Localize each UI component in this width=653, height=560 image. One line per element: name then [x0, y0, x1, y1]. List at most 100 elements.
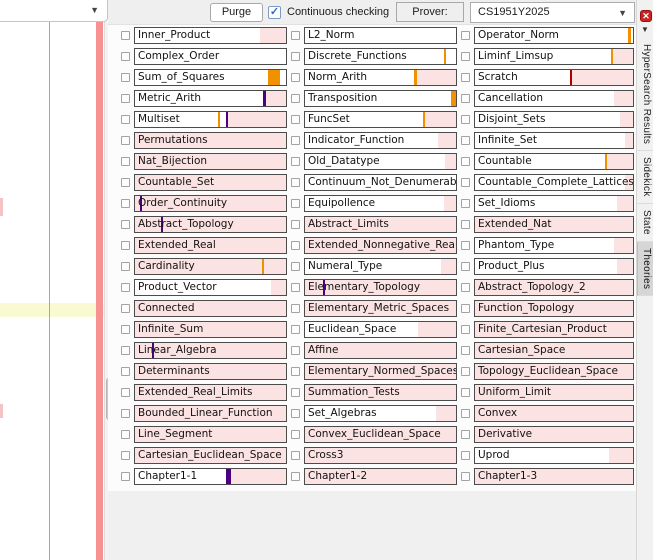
theory-checkbox[interactable]: [291, 430, 300, 439]
theory-checkbox[interactable]: [461, 346, 470, 355]
theory-progress-bar[interactable]: Elementary_Topology: [304, 279, 457, 296]
theory-checkbox[interactable]: [461, 472, 470, 481]
theory-checkbox[interactable]: [121, 388, 130, 397]
dock-tab-theories[interactable]: Theories: [637, 242, 653, 296]
theory-checkbox[interactable]: [291, 220, 300, 229]
theory-checkbox[interactable]: [461, 220, 470, 229]
theory-progress-bar[interactable]: Indicator_Function: [304, 132, 457, 149]
theory-checkbox[interactable]: [461, 115, 470, 124]
theory-progress-bar[interactable]: Continuum_Not_Denumerable: [304, 174, 457, 191]
theory-progress-bar[interactable]: Operator_Norm: [474, 27, 634, 44]
session-combobox[interactable]: CS1951Y2025 ▼: [470, 2, 635, 23]
theory-progress-bar[interactable]: Bounded_Linear_Function: [134, 405, 287, 422]
theory-checkbox[interactable]: [121, 94, 130, 103]
theory-progress-bar[interactable]: Product_Vector: [134, 279, 287, 296]
theory-checkbox[interactable]: [291, 304, 300, 313]
theory-progress-bar[interactable]: Derivative: [474, 426, 634, 443]
theory-progress-bar[interactable]: FuncSet: [304, 111, 457, 128]
theory-checkbox[interactable]: [121, 31, 130, 40]
theory-checkbox[interactable]: [461, 451, 470, 460]
theory-checkbox[interactable]: [291, 346, 300, 355]
theory-progress-bar[interactable]: Affine: [304, 342, 457, 359]
theory-progress-bar[interactable]: Sum_of_Squares: [134, 69, 287, 86]
theory-progress-bar[interactable]: Connected: [134, 300, 287, 317]
theory-checkbox[interactable]: [121, 199, 130, 208]
theory-checkbox[interactable]: [461, 52, 470, 61]
theory-progress-bar[interactable]: Cross3: [304, 447, 457, 464]
chevron-down-icon[interactable]: ▼: [618, 4, 627, 23]
theory-checkbox[interactable]: [461, 73, 470, 82]
theory-checkbox[interactable]: [121, 346, 130, 355]
theory-checkbox[interactable]: [291, 52, 300, 61]
theory-progress-bar[interactable]: Product_Plus: [474, 258, 634, 275]
theory-progress-bar[interactable]: Countable: [474, 153, 634, 170]
theory-checkbox[interactable]: [121, 325, 130, 334]
theory-checkbox[interactable]: [121, 157, 130, 166]
theory-checkbox[interactable]: [291, 367, 300, 376]
theory-progress-bar[interactable]: Chapter1-2: [304, 468, 457, 485]
theory-progress-bar[interactable]: Scratch: [474, 69, 634, 86]
theory-progress-bar[interactable]: Liminf_Limsup: [474, 48, 634, 65]
theory-progress-bar[interactable]: Disjoint_Sets: [474, 111, 634, 128]
theory-checkbox[interactable]: [291, 451, 300, 460]
dock-tab-hypersearch-results[interactable]: HyperSearch Results: [637, 38, 653, 151]
theory-checkbox[interactable]: [461, 283, 470, 292]
theory-progress-bar[interactable]: Numeral_Type: [304, 258, 457, 275]
theory-checkbox[interactable]: [121, 136, 130, 145]
theory-checkbox[interactable]: [461, 304, 470, 313]
theory-checkbox[interactable]: [461, 262, 470, 271]
theory-progress-bar[interactable]: Countable_Set: [134, 174, 287, 191]
theory-progress-bar[interactable]: Metric_Arith: [134, 90, 287, 107]
theory-progress-bar[interactable]: Equipollence: [304, 195, 457, 212]
theory-progress-bar[interactable]: Euclidean_Space: [304, 321, 457, 338]
theory-progress-bar[interactable]: Uniform_Limit: [474, 384, 634, 401]
theory-checkbox[interactable]: [121, 451, 130, 460]
theory-progress-bar[interactable]: Infinite_Set: [474, 132, 634, 149]
theory-checkbox[interactable]: [291, 472, 300, 481]
theory-checkbox[interactable]: [291, 73, 300, 82]
theory-checkbox[interactable]: [121, 52, 130, 61]
theory-progress-bar[interactable]: Set_Idioms: [474, 195, 634, 212]
theory-checkbox[interactable]: [461, 94, 470, 103]
theory-progress-bar[interactable]: Cartesian_Space: [474, 342, 634, 359]
theory-progress-bar[interactable]: Elementary_Normed_Spaces: [304, 363, 457, 380]
theory-checkbox[interactable]: [291, 31, 300, 40]
theory-progress-bar[interactable]: Phantom_Type: [474, 237, 634, 254]
theory-checkbox[interactable]: [291, 115, 300, 124]
theory-progress-bar[interactable]: Countable_Complete_Lattices: [474, 174, 634, 191]
theory-checkbox[interactable]: [121, 73, 130, 82]
theory-progress-bar[interactable]: Norm_Arith: [304, 69, 457, 86]
theory-checkbox[interactable]: [121, 178, 130, 187]
theory-progress-bar[interactable]: Extended_Real: [134, 237, 287, 254]
theory-checkbox[interactable]: [121, 115, 130, 124]
theory-progress-bar[interactable]: Cartesian_Euclidean_Space: [134, 447, 287, 464]
theory-checkbox[interactable]: [461, 199, 470, 208]
theory-progress-bar[interactable]: Abstract_Topology: [134, 216, 287, 233]
theory-checkbox[interactable]: [461, 241, 470, 250]
theory-progress-bar[interactable]: Convex_Euclidean_Space: [304, 426, 457, 443]
theory-progress-bar[interactable]: Abstract_Limits: [304, 216, 457, 233]
theory-progress-bar[interactable]: Discrete_Functions: [304, 48, 457, 65]
theory-checkbox[interactable]: [461, 409, 470, 418]
theory-progress-bar[interactable]: Infinite_Sum: [134, 321, 287, 338]
theory-checkbox[interactable]: [291, 388, 300, 397]
theory-checkbox[interactable]: [291, 178, 300, 187]
theory-progress-bar[interactable]: Order_Continuity: [134, 195, 287, 212]
theory-progress-bar[interactable]: Extended_Nonnegative_Real: [304, 237, 457, 254]
theory-progress-bar[interactable]: Chapter1-3: [474, 468, 634, 485]
editor-search-combobox[interactable]: ▼: [0, 0, 108, 22]
theory-checkbox[interactable]: [291, 199, 300, 208]
theory-checkbox[interactable]: [291, 136, 300, 145]
continuous-checking-checkbox[interactable]: ✓: [268, 6, 281, 19]
theory-progress-bar[interactable]: Elementary_Metric_Spaces: [304, 300, 457, 317]
theory-progress-bar[interactable]: Extended_Real_Limits: [134, 384, 287, 401]
theory-checkbox[interactable]: [461, 325, 470, 334]
theory-checkbox[interactable]: [291, 325, 300, 334]
theory-progress-bar[interactable]: Old_Datatype: [304, 153, 457, 170]
theory-checkbox[interactable]: [121, 220, 130, 229]
theory-checkbox[interactable]: [291, 283, 300, 292]
theory-checkbox[interactable]: [461, 367, 470, 376]
theory-progress-bar[interactable]: Linear_Algebra: [134, 342, 287, 359]
theory-checkbox[interactable]: [291, 241, 300, 250]
theory-progress-bar[interactable]: Topology_Euclidean_Space: [474, 363, 634, 380]
